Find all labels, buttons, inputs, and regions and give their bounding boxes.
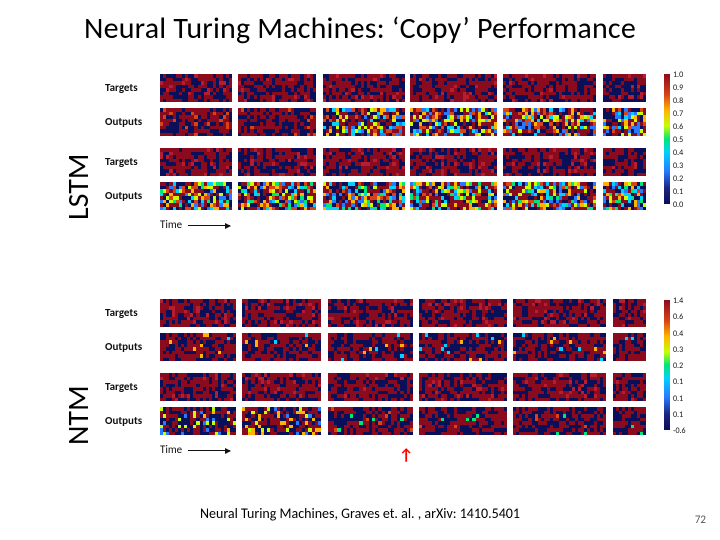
- heatmap-strip: [242, 407, 321, 435]
- heatmap-strip: [160, 74, 232, 102]
- row-label: Targets: [105, 155, 138, 168]
- heatmap-strip: [419, 299, 507, 327]
- heatmap-strip: [323, 74, 405, 102]
- heatmap-strip: [613, 373, 646, 401]
- citation-text: Neural Turing Machines, Graves et. al. ,…: [0, 505, 720, 522]
- heatmap-strip: [160, 407, 236, 435]
- heatmap-strip: [603, 108, 646, 136]
- heatmap-strip: [328, 407, 413, 435]
- colorbar-lstm: [664, 74, 670, 204]
- heatmap-strip: [613, 407, 646, 435]
- heatmap-strip: [613, 299, 646, 327]
- heatmap-strip: [503, 182, 596, 210]
- row-label: Outputs: [105, 340, 142, 353]
- heatmap-strip: [323, 108, 405, 136]
- heatmap-strip: [160, 182, 232, 210]
- heatmap-strip: [410, 148, 497, 176]
- page-number: 72: [695, 513, 706, 526]
- heatmap-strip: [603, 148, 646, 176]
- heatmap-strip: [419, 373, 507, 401]
- heatmap-strip: [323, 148, 405, 176]
- heatmap-strip: [419, 407, 507, 435]
- heatmap-strip: [328, 373, 413, 401]
- heatmap-strip: [160, 148, 232, 176]
- group-label-lstm: LSTM: [60, 154, 97, 220]
- heatmap-strip: [503, 74, 596, 102]
- heatmap-strip: [323, 182, 405, 210]
- heatmap-strip: [160, 333, 236, 361]
- heatmap-strip: [410, 74, 497, 102]
- row-label: Outputs: [105, 115, 142, 128]
- heatmap-strip: [603, 182, 646, 210]
- heatmap-strip: [160, 108, 232, 136]
- heatmap-strip: [238, 182, 316, 210]
- heatmap-strip: [242, 373, 321, 401]
- heatmap-strip: [513, 407, 606, 435]
- heatmap-strip: [513, 373, 606, 401]
- heatmap-strip: [503, 108, 596, 136]
- colorbar-ntm: [664, 300, 670, 430]
- heatmap-strip: [410, 182, 497, 210]
- heatmap-strip: [238, 74, 316, 102]
- heatmap-strip: [603, 74, 646, 102]
- time-axis-label: Time: [160, 218, 230, 231]
- time-axis-label: Time: [160, 443, 230, 456]
- heatmap-strip: [160, 373, 236, 401]
- heatmap-strip: [160, 299, 236, 327]
- heatmap-strip: [613, 333, 646, 361]
- ntm-panel: Targets Outputs Targets Outputs Time: [105, 295, 665, 470]
- heatmap-strip: [503, 148, 596, 176]
- red-arrow-marker: ↑: [399, 446, 413, 465]
- heatmap-strip: [238, 148, 316, 176]
- heatmap-strip: [410, 108, 497, 136]
- row-label: Outputs: [105, 414, 142, 427]
- heatmap-strip: [242, 333, 321, 361]
- lstm-panel: Targets Outputs Targets Outputs Time: [105, 70, 665, 245]
- heatmap-strip: [328, 333, 413, 361]
- row-label: Targets: [105, 380, 138, 393]
- group-label-ntm: NTM: [60, 385, 97, 445]
- heatmap-strip: [513, 299, 606, 327]
- row-label: Targets: [105, 81, 138, 94]
- heatmap-strip: [513, 333, 606, 361]
- heatmap-strip: [242, 299, 321, 327]
- heatmap-strip: [419, 333, 507, 361]
- heatmap-strip: [328, 299, 413, 327]
- row-label: Targets: [105, 306, 138, 319]
- slide: Neural Turing Machines: ‘Copy’ Performan…: [0, 0, 720, 540]
- heatmap-strip: [238, 108, 316, 136]
- page-title: Neural Turing Machines: ‘Copy’ Performan…: [0, 10, 720, 47]
- row-label: Outputs: [105, 189, 142, 202]
